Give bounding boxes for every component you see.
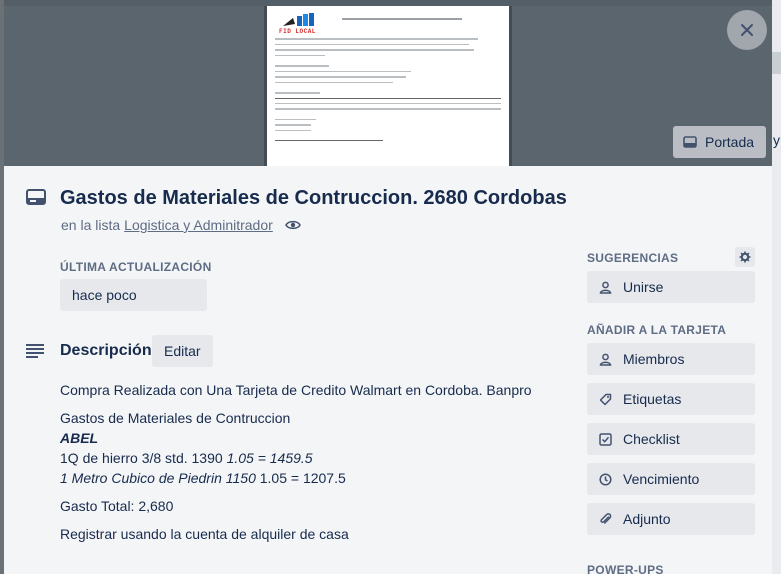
power-ups-label: POWER-UPS (587, 563, 664, 574)
eye-icon[interactable] (284, 219, 301, 231)
description-icon (26, 344, 44, 358)
description-line: Gasto Total: 2,680 (60, 498, 174, 514)
join-button-label: Unirse (623, 279, 664, 295)
due-date-button[interactable]: Vencimiento (587, 463, 755, 495)
description-line: Registrar usando la cuenta de alquiler d… (60, 526, 349, 542)
suggestions-label: SUGERENCIAS (587, 251, 679, 265)
document-header-line (342, 18, 462, 20)
attachment-button-label: Adjunto (623, 511, 671, 527)
description-text: 1Q de hierro 3/8 std. 1390 (60, 450, 227, 466)
cover-button[interactable]: Portada (673, 126, 767, 158)
board-right-peek: y (772, 0, 781, 574)
cover-document-image: FID LOCAL (264, 6, 512, 166)
description-line: 1Q de hierro 3/8 std. 1390 1.05 = 1459.5 (60, 448, 560, 468)
paperclip-icon (597, 511, 613, 527)
last-update-value: hace poco (60, 279, 207, 311)
close-button[interactable] (727, 10, 767, 50)
description-line: 1 Metro Cubico de Piedrin 1150 1.05 = 12… (60, 468, 560, 488)
description-body[interactable]: Compra Realizada con Una Tarjeta de Cred… (60, 380, 560, 544)
join-button[interactable]: Unirse (587, 271, 755, 303)
description-title: Descripción (60, 342, 152, 359)
labels-button-label: Etiquetas (623, 391, 682, 407)
last-update-label: ÚLTIMA ACTUALIZACIÓN (60, 260, 212, 274)
card-icon (26, 189, 46, 205)
list-name-link[interactable]: Logistica y Adminitrador (124, 217, 273, 233)
board-peek-block (772, 52, 781, 74)
board-peek-text: y (773, 132, 780, 148)
description-line: Gastos de Materiales de Contruccion (60, 410, 291, 426)
checklist-button-label: Checklist (623, 431, 680, 447)
gear-icon (739, 251, 751, 263)
cover-button-label: Portada (705, 134, 755, 150)
description-line: ABEL (60, 430, 99, 446)
clock-icon (597, 471, 613, 487)
close-icon (741, 24, 753, 36)
card-detail-modal: FID LOCAL Portada Gastos de Materiales d… (4, 6, 772, 574)
checkbox-icon (597, 431, 613, 447)
person-icon (597, 351, 613, 367)
description-text: 1.05 = 1207.5 (255, 470, 346, 486)
members-button[interactable]: Miembros (587, 343, 755, 375)
checklist-button[interactable]: Checklist (587, 423, 755, 455)
labels-button[interactable]: Etiquetas (587, 383, 755, 415)
description-italic-text: 1.05 = 1459.5 (226, 450, 313, 466)
document-text-lines (275, 38, 501, 145)
card-list-info: en la lista Logistica y Adminitrador (61, 217, 301, 233)
in-list-prefix: en la lista (61, 217, 121, 233)
person-icon (597, 279, 613, 295)
card-title[interactable]: Gastos de Materiales de Contruccion. 268… (60, 187, 567, 210)
description-line: Compra Realizada con Una Tarjeta de Cred… (60, 382, 532, 398)
attachment-button[interactable]: Adjunto (587, 503, 755, 535)
document-brand-text: FID LOCAL (279, 28, 316, 35)
add-to-card-label: AÑADIR A LA TARJETA (587, 323, 727, 337)
card-cover: FID LOCAL Portada (4, 6, 772, 166)
edit-description-button[interactable]: Editar (152, 335, 213, 367)
description-italic-text: 1 Metro Cubico de Piedrin 1150 (60, 470, 256, 486)
due-date-button-label: Vencimiento (623, 471, 700, 487)
tag-icon (597, 391, 613, 407)
members-button-label: Miembros (623, 351, 685, 367)
suggestions-settings-button[interactable] (735, 247, 755, 267)
card-cover-icon (683, 136, 697, 148)
